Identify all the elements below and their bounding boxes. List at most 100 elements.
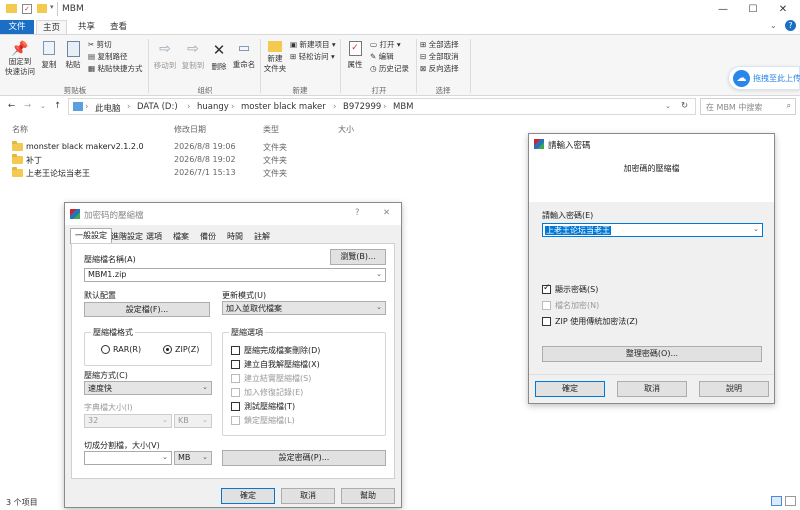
search-input[interactable]: 在 MBM 中搜索 ⌕	[700, 98, 796, 115]
file-row[interactable]: 上老王论坛当老王 2026/7/1 15:13 文件夹	[10, 166, 410, 180]
tab-files[interactable]: 檔案	[169, 230, 193, 244]
update-mode-select[interactable]: 加入並取代檔案 ⌄	[222, 301, 386, 315]
file-row[interactable]: 补丁 2026/8/8 19:02 文件夹	[10, 153, 410, 167]
option-solid[interactable]: 建立結實壓縮檔(S)	[231, 373, 311, 384]
help-icon[interactable]: ?	[785, 20, 796, 31]
crumb-moster-black-maker[interactable]: moster black maker	[241, 102, 326, 112]
copy-path-button[interactable]: ▤ 复制路径	[88, 51, 127, 62]
dictionary-size-select[interactable]: 32 ⌄	[84, 414, 172, 428]
maximize-button[interactable]: ☐	[738, 0, 768, 20]
tab-backup[interactable]: 備份	[196, 230, 220, 244]
option-sfx[interactable]: 建立自我解壓縮檔(X)	[231, 359, 320, 370]
tab-options[interactable]: 選項	[142, 230, 166, 244]
pin-quick-access-button[interactable]: 📌 固定到 快速访问	[4, 41, 36, 77]
quick-access-dropdown-icon[interactable]: ▾	[50, 3, 54, 11]
close-button[interactable]: ✕	[768, 0, 798, 20]
help-button[interactable]: 幫助	[341, 488, 395, 504]
up-icon[interactable]: ↑	[54, 101, 61, 111]
column-header-modified[interactable]: 修改日期	[174, 124, 206, 135]
password-help-button[interactable]: 說明	[699, 381, 769, 397]
file-row[interactable]: monster black makerv2.1.2.0 2026/8/8 19:…	[10, 140, 410, 154]
delete-button[interactable]: ✕ 删除	[208, 41, 230, 72]
dictionary-size-label: 字典檔大小(I)	[84, 403, 133, 412]
tab-time[interactable]: 時間	[223, 230, 247, 244]
paste-button[interactable]: 粘贴	[62, 41, 84, 70]
recent-locations-icon[interactable]: ⌄	[40, 102, 46, 110]
format-rar-radio[interactable]: RAR(R)	[101, 345, 141, 354]
open-button[interactable]: ▭ 打开 ▾	[370, 39, 401, 50]
crumb-b972999[interactable]: B972999	[343, 102, 381, 112]
zip-legacy-checkbox[interactable]: ZIP 使用傳統加密法(Z)	[542, 316, 638, 327]
move-to-button[interactable]: ⇨ 移动到	[152, 41, 178, 71]
column-header-name[interactable]: 名称	[12, 124, 28, 135]
encrypt-names-checkbox[interactable]: 檔名加密(N)	[542, 300, 599, 311]
tab-advanced[interactable]: 進階設定	[107, 230, 147, 244]
select-all-button[interactable]: ⊞ 全部选择	[420, 39, 459, 50]
tab-file[interactable]: 文件	[0, 20, 34, 34]
split-unit-select[interactable]: MB ⌄	[174, 451, 212, 465]
browse-button[interactable]: 瀏覽(B)...	[330, 249, 386, 265]
set-password-button[interactable]: 設定密碼(P)...	[222, 450, 386, 466]
split-size-input[interactable]: ⌄	[84, 451, 172, 465]
column-header-size[interactable]: 大小	[338, 124, 354, 135]
winrar-icon	[534, 139, 544, 149]
crumb-mbm[interactable]: MBM	[393, 102, 414, 112]
crumb-huangy[interactable]: huangy	[197, 102, 229, 112]
password-input[interactable]: 上老王论坛当老王 ⌄	[542, 223, 763, 237]
password-ok-button[interactable]: 確定	[535, 381, 605, 397]
organize-passwords-button[interactable]: 整理密碼(O)...	[542, 346, 762, 362]
cut-button[interactable]: ✂ 剪切	[88, 39, 112, 50]
collapse-ribbon-icon[interactable]: ⌄	[770, 21, 777, 30]
profile-button[interactable]: 設定檔(F)...	[84, 302, 210, 317]
password-cancel-button[interactable]: 取消	[617, 381, 687, 397]
show-password-checkbox[interactable]: 顯示密碼(S)	[542, 283, 598, 295]
address-field[interactable]: › 此电脑 › DATA (D:) › huangy › moster blac…	[68, 98, 696, 115]
ok-button[interactable]: 確定	[221, 488, 275, 504]
crumb-separator: ›	[383, 102, 387, 112]
forward-icon[interactable]: →	[24, 101, 31, 111]
dialog-close-button[interactable]: ✕	[383, 208, 390, 218]
address-dropdown-icon[interactable]: ⌄	[665, 102, 671, 110]
new-item-button[interactable]: ▣ 新建项目 ▾	[290, 39, 336, 50]
refresh-icon[interactable]: ↻	[681, 101, 688, 111]
compression-method-select[interactable]: 速度快 ⌄	[84, 381, 212, 395]
option-recovery-record[interactable]: 加入修復記錄(E)	[231, 387, 303, 398]
large-icons-view-icon[interactable]	[785, 496, 796, 506]
details-view-icon[interactable]	[771, 496, 782, 506]
properties-button[interactable]: ✓ 属性	[344, 41, 366, 70]
tab-home[interactable]: 主页	[36, 20, 68, 34]
copy-button[interactable]: 复制	[38, 41, 60, 70]
chevron-down-icon: ⌄	[202, 383, 208, 391]
tab-view[interactable]: 查看	[104, 20, 133, 34]
cloud-upload-widget[interactable]: ☁ 拖拽至此上传	[728, 66, 800, 90]
tab-general[interactable]: 一般設定	[70, 228, 112, 244]
column-header-type[interactable]: 类型	[263, 124, 279, 135]
edit-icon: ✎	[370, 52, 379, 61]
history-button[interactable]: ◷ 历史记录	[370, 63, 409, 74]
tab-comment[interactable]: 註解	[250, 230, 274, 244]
invert-selection-button[interactable]: ⊠ 反向选择	[420, 63, 459, 74]
dictionary-unit-select[interactable]: KB ⌄	[174, 414, 212, 428]
paste-shortcut-button[interactable]: ▦ 粘贴快捷方式	[88, 63, 142, 74]
format-zip-radio[interactable]: ZIP(Z)	[163, 345, 199, 354]
cancel-button[interactable]: 取消	[281, 488, 335, 504]
back-icon[interactable]: ←	[8, 101, 15, 111]
tab-share[interactable]: 共享	[72, 20, 101, 34]
edit-button[interactable]: ✎ 编辑	[370, 51, 394, 62]
crumb-this-pc[interactable]: 此电脑	[95, 102, 121, 114]
easy-access-button[interactable]: ⊞ 轻松访问 ▾	[290, 51, 335, 62]
option-test-archive[interactable]: 測試壓縮檔(T)	[231, 401, 295, 412]
dialog-help-button[interactable]: ?	[355, 208, 360, 218]
properties-quick-icon[interactable]: ✓	[22, 4, 32, 14]
copy-to-button[interactable]: ⇨ 复制到	[180, 41, 206, 71]
paste-label: 粘贴	[65, 60, 81, 69]
rename-button[interactable]: ▭ 重命名	[230, 41, 258, 70]
crumb-data-drive[interactable]: DATA (D:)	[137, 102, 178, 112]
archive-name-input[interactable]: MBM1.zip ⌄	[84, 268, 386, 282]
option-delete-after[interactable]: 壓縮完成檔案刪除(D)	[231, 345, 320, 356]
minimize-button[interactable]: —	[708, 0, 738, 20]
select-none-button[interactable]: ⊟ 全部取消	[420, 51, 459, 62]
new-folder-button[interactable]: 新建 文件夹	[262, 41, 288, 74]
option-lock-archive[interactable]: 鎖定壓縮檔(L)	[231, 415, 295, 426]
new-folder-quick-icon[interactable]	[37, 4, 47, 13]
